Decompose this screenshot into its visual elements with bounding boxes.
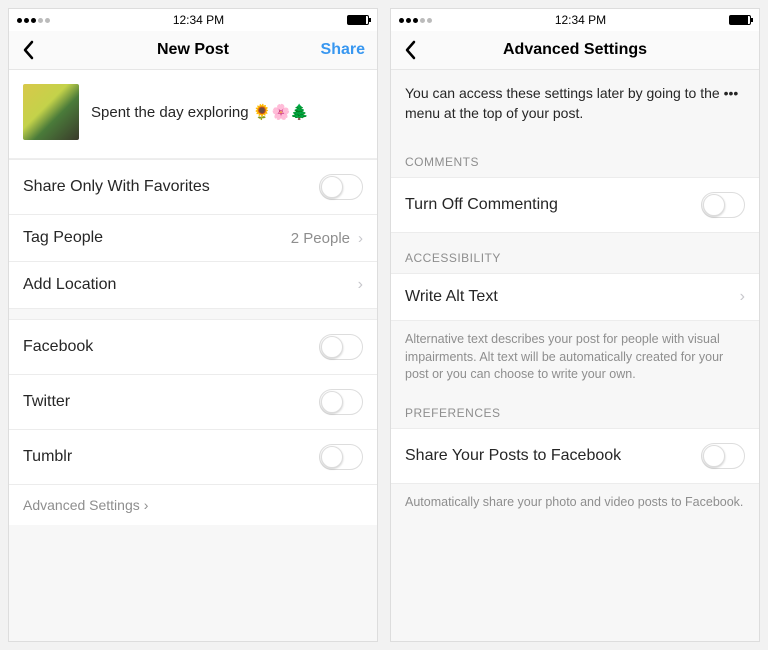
signal-icon — [399, 18, 432, 23]
share-posts-facebook-row[interactable]: Share Your Posts to Facebook — [391, 428, 759, 484]
chevron-right-icon: › — [740, 288, 745, 306]
write-alt-text-row[interactable]: Write Alt Text › — [391, 273, 759, 321]
alt-text-note: Alternative text describes your post for… — [391, 321, 759, 388]
compose-area[interactable]: Spent the day exploring 🌻🌸🌲 — [9, 70, 377, 159]
advanced-settings-screen: 12:34 PM Advanced Settings You can acces… — [390, 8, 760, 642]
share-favorites-row[interactable]: Share Only With Favorites — [9, 159, 377, 215]
page-title: New Post — [157, 41, 229, 59]
chevron-right-icon: › — [144, 497, 149, 513]
empty-area — [9, 525, 377, 641]
turn-off-commenting-toggle[interactable] — [701, 192, 745, 218]
write-alt-text-label: Write Alt Text — [405, 288, 498, 306]
battery-icon — [729, 15, 751, 25]
turn-off-commenting-label: Turn Off Commenting — [405, 196, 558, 214]
share-twitter-label: Twitter — [23, 393, 70, 411]
preferences-header: PREFERENCES — [391, 388, 759, 428]
tag-people-label: Tag People — [23, 229, 103, 247]
page-title: Advanced Settings — [503, 41, 647, 59]
share-twitter-row[interactable]: Twitter — [9, 375, 377, 430]
caption-field[interactable]: Spent the day exploring 🌻🌸🌲 — [91, 103, 309, 121]
share-facebook-row[interactable]: Facebook — [9, 319, 377, 375]
share-posts-facebook-note: Automatically share your photo and video… — [391, 484, 759, 516]
back-button[interactable] — [403, 40, 417, 60]
chevron-right-icon: › — [358, 230, 363, 247]
back-button[interactable] — [21, 40, 35, 60]
intro-text: You can access these settings later by g… — [391, 70, 759, 137]
turn-off-commenting-row[interactable]: Turn Off Commenting — [391, 177, 759, 233]
share-favorites-label: Share Only With Favorites — [23, 178, 210, 196]
share-tumblr-label: Tumblr — [23, 448, 72, 466]
new-post-screen: 12:34 PM New Post Share Spent the day ex… — [8, 8, 378, 642]
nav-bar: Advanced Settings — [391, 31, 759, 70]
share-button[interactable]: Share — [321, 41, 365, 59]
status-time: 12:34 PM — [555, 13, 606, 27]
status-time: 12:34 PM — [173, 13, 224, 27]
share-posts-facebook-label: Share Your Posts to Facebook — [405, 447, 621, 465]
share-facebook-toggle[interactable] — [319, 334, 363, 360]
tag-people-row[interactable]: Tag People 2 People › — [9, 215, 377, 262]
share-posts-facebook-toggle[interactable] — [701, 443, 745, 469]
chevron-left-icon — [403, 40, 417, 60]
empty-area — [391, 515, 759, 641]
share-tumblr-toggle[interactable] — [319, 444, 363, 470]
battery-icon — [347, 15, 369, 25]
post-thumbnail[interactable] — [23, 84, 79, 140]
add-location-row[interactable]: Add Location › — [9, 262, 377, 309]
nav-bar: New Post Share — [9, 31, 377, 70]
section-gap — [9, 309, 377, 319]
advanced-settings-label: Advanced Settings — [23, 497, 140, 513]
chevron-left-icon — [21, 40, 35, 60]
share-facebook-label: Facebook — [23, 338, 93, 356]
comments-header: COMMENTS — [391, 137, 759, 177]
signal-icon — [17, 18, 50, 23]
chevron-right-icon: › — [358, 276, 363, 294]
status-bar: 12:34 PM — [9, 9, 377, 31]
accessibility-header: ACCESSIBILITY — [391, 233, 759, 273]
share-favorites-toggle[interactable] — [319, 174, 363, 200]
share-tumblr-row[interactable]: Tumblr — [9, 430, 377, 485]
tag-people-value: 2 People — [291, 230, 350, 247]
add-location-label: Add Location — [23, 276, 116, 294]
advanced-settings-link[interactable]: Advanced Settings › — [9, 485, 377, 525]
share-twitter-toggle[interactable] — [319, 389, 363, 415]
status-bar: 12:34 PM — [391, 9, 759, 31]
